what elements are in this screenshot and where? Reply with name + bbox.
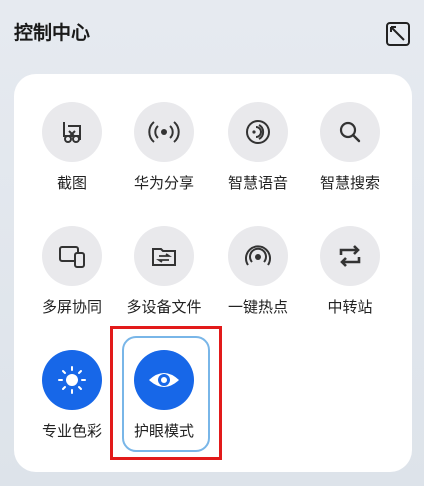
tile-multi-device-files[interactable]: 多设备文件 [118, 226, 210, 336]
tile-label: 专业色彩 [41, 422, 102, 440]
tile-hotspot-button[interactable] [228, 226, 288, 286]
tile-search-button[interactable] [320, 102, 380, 162]
tile-label: 智慧搜索 [319, 174, 380, 192]
tile-label: 多屏协同 [41, 298, 102, 316]
screenshot-scissors-icon [63, 122, 81, 143]
control-center-panel: 控制中心 截图 华为分享 智慧语音 智慧搜索 多屏协同 多设备文件 一键热点 中… [0, 0, 424, 486]
edit-layout-button[interactable] [384, 20, 412, 48]
tile-label: 智慧语音 [227, 174, 288, 192]
highlight-box [110, 326, 222, 460]
tile-label: 华为分享 [133, 174, 194, 192]
file-transfer-icon [152, 248, 176, 266]
panel-title: 控制中心 [14, 22, 91, 44]
share-wireless-icon [148, 121, 180, 143]
tile-pro-color-button[interactable] [42, 350, 102, 410]
tile-huawei-share[interactable]: 华为分享 [118, 102, 210, 212]
search-icon [339, 121, 361, 143]
edit-layout-icon [386, 22, 410, 46]
tile-transfer-station[interactable]: 中转站 [304, 226, 396, 336]
tile-files-button[interactable] [134, 226, 194, 286]
pro-color-sun-icon [58, 366, 86, 394]
tile-hotspot[interactable]: 一键热点 [212, 226, 304, 336]
tile-screenshot-button[interactable] [42, 102, 102, 162]
tile-label: 一键热点 [227, 298, 288, 316]
hotspot-icon [245, 245, 271, 266]
transfer-station-icon [339, 245, 361, 267]
tile-share-button[interactable] [134, 102, 194, 162]
voice-assistant-icon [246, 120, 270, 144]
tile-voice-button[interactable] [228, 102, 288, 162]
tile-multi-screen-button[interactable] [42, 226, 102, 286]
tile-label: 多设备文件 [126, 298, 202, 316]
tile-label: 截图 [56, 174, 87, 192]
tile-pro-color[interactable]: 专业色彩 [26, 350, 118, 460]
tile-screenshot[interactable]: 截图 [26, 102, 118, 212]
tile-transfer-station-button[interactable] [320, 226, 380, 286]
tile-multi-screen[interactable]: 多屏协同 [26, 226, 118, 336]
tile-label: 中转站 [327, 298, 373, 316]
tile-smart-voice[interactable]: 智慧语音 [212, 102, 304, 212]
tile-smart-search[interactable]: 智慧搜索 [304, 102, 396, 212]
multi-screen-icon [59, 246, 85, 268]
